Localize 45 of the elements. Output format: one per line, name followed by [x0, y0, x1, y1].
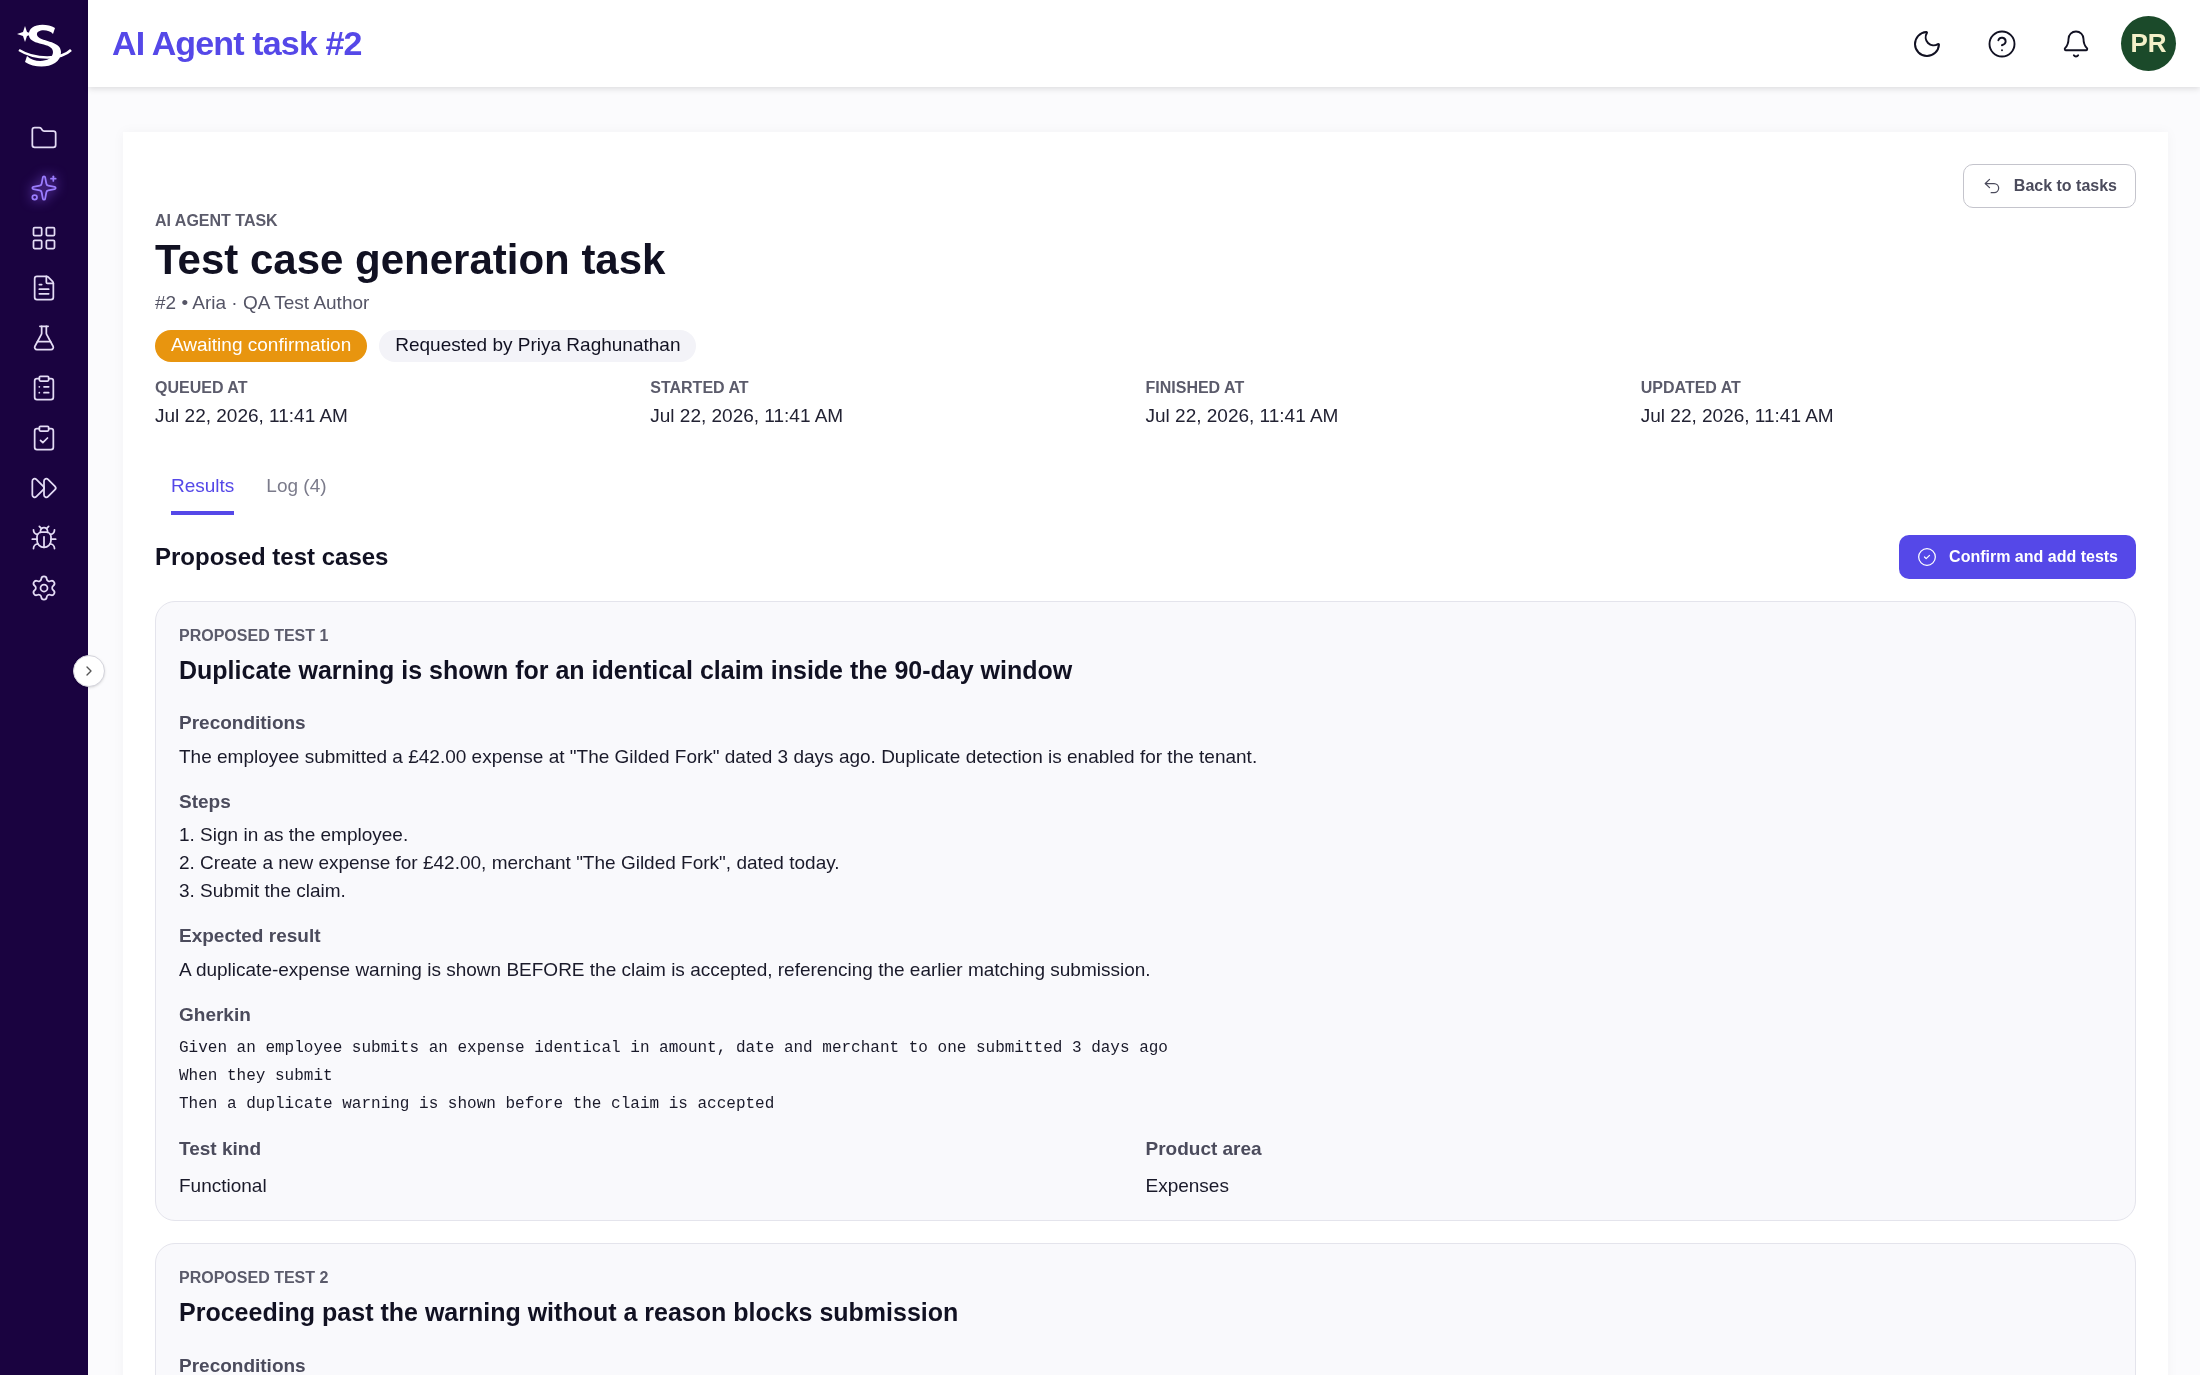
gherkin-line: Given an employee submits an expense identical in amount, date and merchant to one submitted 3 days ago [179, 1038, 1169, 1059]
timestamp-value: Jul 22, 2026, 11:41 AM [155, 403, 349, 428]
timestamp-label: QUEUED AT [155, 377, 249, 398]
expand-sidebar-button[interactable] [73, 655, 105, 687]
field-label: Test kind [179, 1137, 262, 1161]
section-label: Preconditions [179, 1353, 307, 1375]
section-text: A duplicate-expense warning is shown BEFORE the claim is accepted, referencing the earlier matching submission. [179, 958, 1152, 981]
user-avatar[interactable]: PR [2121, 16, 2176, 71]
timestamp-value: Jul 22, 2026, 11:41 AM [1145, 403, 1340, 428]
section-label: Expected result [179, 924, 322, 948]
page-title: AI Agent task #2 [112, 23, 362, 64]
timestamp-value: Jul 22, 2026, 11:41 AM [1640, 403, 1835, 428]
test-eyebrow: PROPOSED TEST 2 [179, 1268, 330, 1288]
task-subtitle: #2 • Aria · QA Test Author [155, 291, 371, 315]
field-value: Functional [179, 1173, 268, 1198]
confirm-button[interactable]: Confirm and add tests [1899, 534, 2136, 579]
timestamp-label: STARTED AT [650, 377, 750, 398]
section-text: 2. Create a new expense for £42.00, merchant "The Gilded Fork", dated today. [179, 852, 841, 874]
section-text: 1. Sign in as the employee. [179, 824, 410, 846]
section-label: Preconditions [179, 711, 307, 735]
section-heading: Proposed test cases [155, 541, 389, 572]
field-value: Expenses [1145, 1173, 1230, 1198]
requester-badge: Requested by Priya Raghunathan [379, 329, 697, 362]
tab[interactable]: Results [171, 472, 235, 515]
test-title: Duplicate warning is shown for an identical claim inside the 90-day window [179, 654, 1074, 686]
check-circle-icon [1917, 546, 1938, 567]
timestamp-label: UPDATED AT [1640, 377, 1742, 398]
help-icon[interactable] [1987, 28, 2017, 59]
tab[interactable]: Log (4) [266, 472, 327, 515]
section-text: 3. Submit the claim. [179, 880, 347, 902]
section-text: The employee submitted a £42.00 expense at "The Gilded Fork" dated 3 days ago. Duplicate detection is enabled for the tenant. [179, 745, 1259, 768]
timestamp-value: Jul 22, 2026, 11:41 AM [650, 403, 845, 428]
gherkin-line: Then a duplicate warning is shown before the claim is accepted [179, 1094, 776, 1115]
gherkin-line: When they submit [179, 1066, 334, 1087]
timestamp-label: FINISHED AT [1145, 377, 1246, 398]
field-label: Product area [1145, 1137, 1263, 1161]
bell-icon[interactable] [2061, 28, 2091, 59]
test-eyebrow: PROPOSED TEST 1 [179, 625, 330, 646]
section-label: Gherkin [179, 1002, 252, 1027]
status-badge: Awaiting confirmation [155, 329, 368, 362]
section-label: Steps [179, 789, 232, 814]
eyebrow-label: AI AGENT TASK [155, 211, 279, 231]
task-title: Test case generation task [155, 235, 666, 285]
test-title: Proceeding past the warning without a reason blocks submission [179, 1297, 960, 1328]
back-button[interactable]: Back to tasks [1962, 164, 2136, 208]
